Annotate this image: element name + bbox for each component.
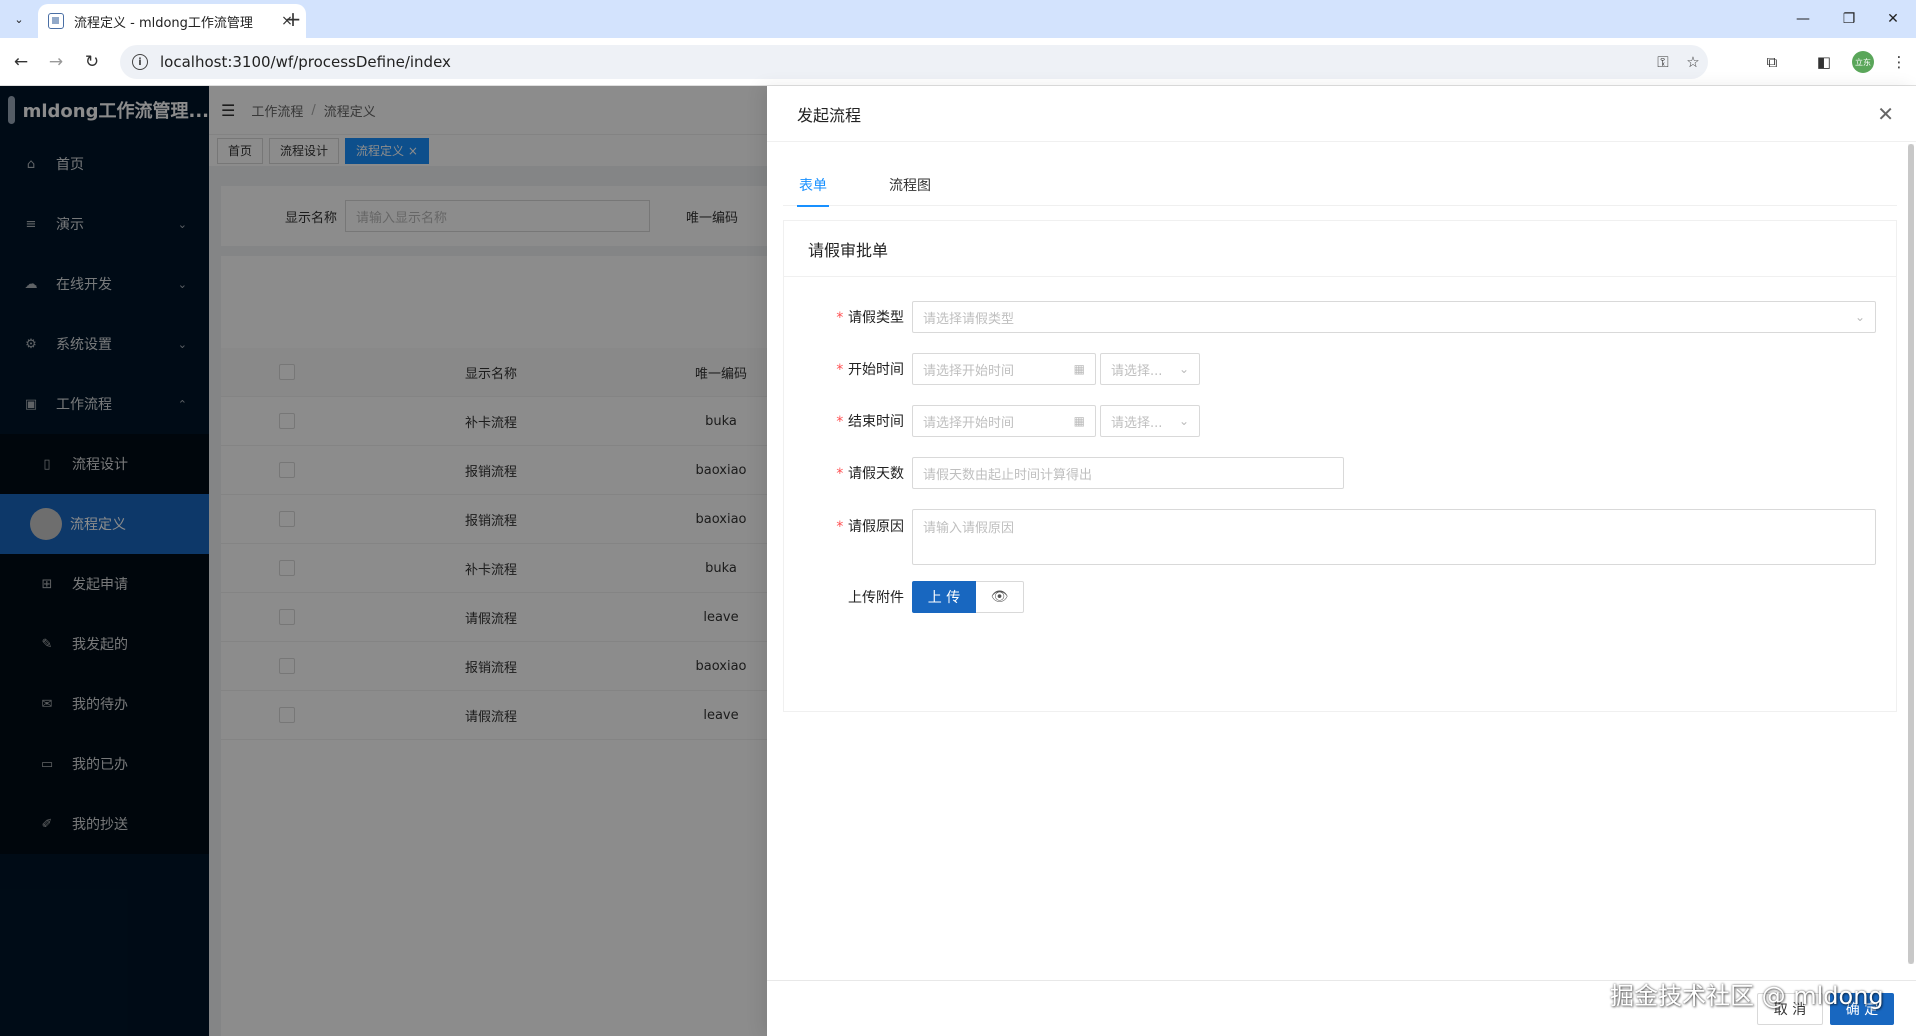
form-title: 请假审批单 — [784, 221, 1896, 277]
close-icon[interactable]: ✕ — [1877, 102, 1894, 126]
scrollbar-thumb[interactable] — [1908, 144, 1914, 964]
start-time-row: * 开始时间 请选择开始时间 ▦ 请选择... ⌄ — [784, 353, 1200, 385]
bookmark-star-icon[interactable]: ☆ — [1678, 53, 1708, 71]
drawer-tabs: 表单 流程图 — [783, 164, 1897, 207]
placeholder: 请选择开始时间 — [923, 363, 1015, 379]
required-mark: * — [835, 519, 844, 535]
forward-arrow-icon[interactable]: → — [44, 50, 68, 74]
reason-row: * 请假原因 请输入请假原因 — [784, 509, 1876, 565]
required-mark: * — [835, 414, 844, 430]
leave-type-row: * 请假类型 请选择请假类型 ⌄ — [784, 301, 1876, 333]
address-bar[interactable]: i localhost:3100/wf/processDefine/index … — [120, 45, 1708, 79]
chevron-down-icon: ⌄ — [1178, 414, 1189, 428]
start-process-drawer: 发起流程 ✕ 表单 流程图 请假审批单 * 请假类型 请选择请假类型 ⌄ * 开始时间… — [767, 86, 1916, 1036]
attachment-row: 上传附件 上 传 👁 — [784, 581, 1024, 613]
label-text: 请假天数 — [848, 466, 904, 482]
window-close-icon[interactable]: ✕ — [1870, 0, 1916, 38]
start-date-picker[interactable]: 请选择开始时间 ▦ — [912, 353, 1096, 385]
preview-eye-icon[interactable]: 👁 — [976, 581, 1024, 613]
tab-form[interactable]: 表单 — [797, 164, 829, 207]
reload-icon[interactable]: ↻ — [80, 50, 104, 74]
side-panel-icon[interactable]: ◧ — [1812, 50, 1836, 74]
placeholder: 请选择... — [1111, 415, 1163, 431]
leave-type-select[interactable]: 请选择请假类型 ⌄ — [912, 301, 1876, 333]
restore-icon[interactable]: ❐ — [1826, 0, 1872, 38]
drawer-header: 发起流程 ✕ — [767, 86, 1916, 142]
site-info-icon[interactable]: i — [132, 54, 148, 70]
end-time-row: * 结束时间 请选择开始时间 ▦ 请选择... ⌄ — [784, 405, 1200, 437]
leave-form-card: 请假审批单 * 请假类型 请选择请假类型 ⌄ * 开始时间 请选择开始时间 ▦ 请选择.… — [783, 220, 1897, 712]
label-text: 结束时间 — [848, 414, 904, 430]
placeholder: 请选择开始时间 — [923, 415, 1015, 431]
required-mark: * — [835, 362, 844, 378]
page-favicon-icon — [48, 13, 64, 29]
reason-textarea[interactable]: 请输入请假原因 — [912, 509, 1876, 565]
browser-tabbar: ⌄ 流程定义 - mldong工作流管理 × + — ❐ ✕ — [0, 0, 1916, 38]
watermark-text: 掘金技术社区 @ mldong — [1610, 982, 1884, 1010]
tab-title: 流程定义 - mldong工作流管理 — [74, 15, 253, 31]
label-text: 开始时间 — [848, 362, 904, 378]
attachment-label: 上传附件 — [848, 590, 904, 606]
reason-label: * 请假原因 — [784, 509, 912, 536]
label-text: 请假原因 — [848, 519, 904, 535]
more-menu-icon[interactable]: ⋮ — [1887, 50, 1911, 74]
drawer-title: 发起流程 — [797, 105, 862, 125]
url-text[interactable]: localhost:3100/wf/processDefine/index — [160, 53, 1648, 71]
drawer-scrollbar[interactable] — [1908, 144, 1914, 964]
days-row: * 请假天数 请假天数由起止时间计算得出 — [784, 457, 1344, 489]
chevron-down-icon: ⌄ — [1854, 310, 1865, 324]
browser-tab[interactable]: 流程定义 - mldong工作流管理 × — [38, 4, 306, 38]
days-input[interactable]: 请假天数由起止时间计算得出 — [912, 457, 1344, 489]
new-tab-button[interactable]: + — [280, 6, 306, 32]
start-period-select[interactable]: 请选择... ⌄ — [1100, 353, 1200, 385]
label-text: 请假类型 — [848, 310, 904, 326]
required-mark: * — [835, 310, 844, 326]
placeholder: 请选择请假类型 — [923, 311, 1015, 327]
calendar-icon: ▦ — [1073, 362, 1085, 376]
leave-type-label: * 请假类型 — [784, 307, 912, 327]
end-period-select[interactable]: 请选择... ⌄ — [1100, 405, 1200, 437]
tab-flowchart[interactable]: 流程图 — [889, 164, 931, 206]
password-key-icon[interactable]: ⚿ — [1648, 53, 1678, 71]
extensions-icon[interactable]: ⧉ — [1760, 50, 1784, 74]
end-date-picker[interactable]: 请选择开始时间 ▦ — [912, 405, 1096, 437]
calendar-icon: ▦ — [1073, 414, 1085, 428]
start-time-label: * 开始时间 — [784, 359, 912, 379]
placeholder: 请选择... — [1111, 363, 1163, 379]
days-label: * 请假天数 — [784, 463, 912, 483]
minimize-icon[interactable]: — — [1780, 0, 1826, 38]
profile-avatar[interactable]: 立东 — [1852, 51, 1874, 73]
required-mark: * — [835, 466, 844, 482]
chevron-down-icon: ⌄ — [1178, 362, 1189, 376]
end-time-label: * 结束时间 — [784, 411, 912, 431]
browser-toolbar: ← → ↻ i localhost:3100/wf/processDefine/… — [0, 38, 1916, 86]
tab-list-chevron-icon[interactable]: ⌄ — [6, 6, 32, 32]
upload-button[interactable]: 上 传 — [912, 581, 976, 613]
back-arrow-icon[interactable]: ← — [9, 50, 33, 74]
